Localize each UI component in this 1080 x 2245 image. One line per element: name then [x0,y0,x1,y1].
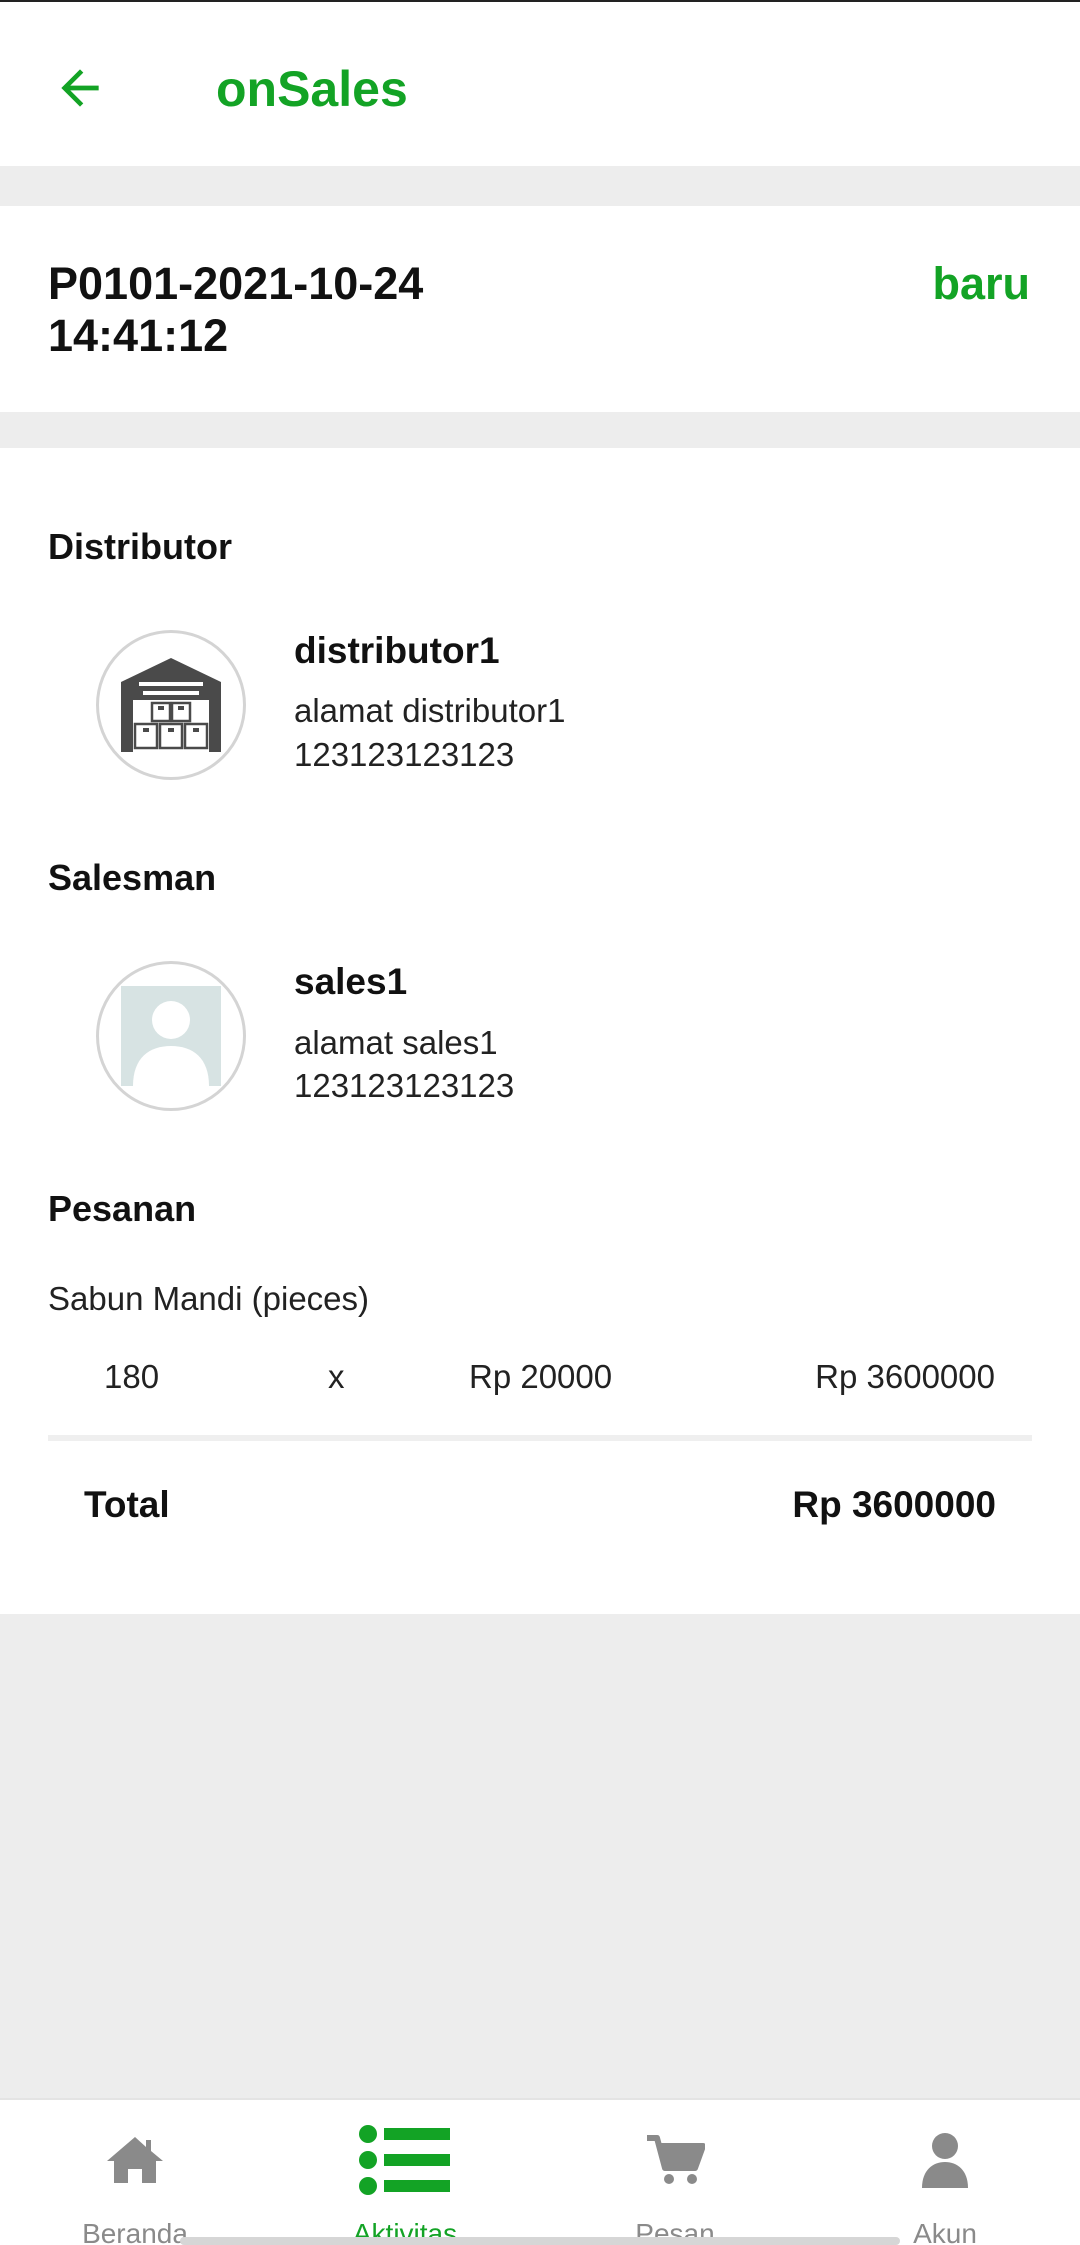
app-bar: onSales [0,2,1080,166]
nav-item-akun[interactable]: Akun [810,2100,1080,2245]
order-status-badge: baru [932,258,1030,309]
distributor-address: alamat distributor1 [294,692,566,729]
back-button[interactable] [38,46,122,130]
salesman-section-title: Salesman [48,857,217,898]
distributor-name: distributor1 [294,630,500,671]
warehouse-icon [121,658,221,752]
nav-item-pesan[interactable]: Pesan [540,2100,810,2245]
order-item-qty: 180 [104,1358,160,1395]
nav-item-beranda[interactable]: Beranda [0,2100,270,2245]
order-item-row: 180 x Rp 20000 Rp 3600000 [0,1358,1080,1408]
order-item-times: x [328,1358,345,1395]
orders-section-title: Pesanan [48,1188,197,1229]
order-detail-card: Distributor distributor1 alamat distribu… [0,448,1080,1614]
list-icon [359,2125,450,2195]
order-header-card: P0101-2021-10-24 14:41:12 baru [0,206,1080,412]
distributor-phone: 123123123123 [294,736,515,773]
salesman-name: sales1 [294,961,408,1002]
salesman-phone: 123123123123 [294,1067,515,1104]
person-placeholder-icon [121,986,221,1086]
app-title: onSales [216,61,408,117]
order-item-name: Sabun Mandi (pieces) [48,1280,370,1317]
home-icon [107,2137,163,2183]
nav-item-aktivitas[interactable]: Aktivitas [270,2100,540,2245]
distributor-avatar [96,630,246,780]
salesman-avatar [96,961,246,1111]
distributor-section-title: Distributor [48,526,232,567]
order-item-price: Rp 20000 [469,1358,613,1395]
order-item-subtotal: Rp 3600000 [815,1358,995,1395]
total-label: Total [84,1484,170,1525]
home-indicator[interactable] [180,2237,900,2245]
user-icon [922,2133,968,2188]
order-id: P0101-2021-10-24 14:41:12 [48,258,424,361]
cart-icon [647,2135,705,2184]
total-value: Rp 3600000 [792,1484,996,1525]
salesman-address: alamat sales1 [294,1024,498,1061]
divider [48,1435,1032,1441]
bottom-navigation: Beranda Aktivitas Pesan Akun [0,2098,1080,2245]
arrow-left-icon [61,69,99,107]
